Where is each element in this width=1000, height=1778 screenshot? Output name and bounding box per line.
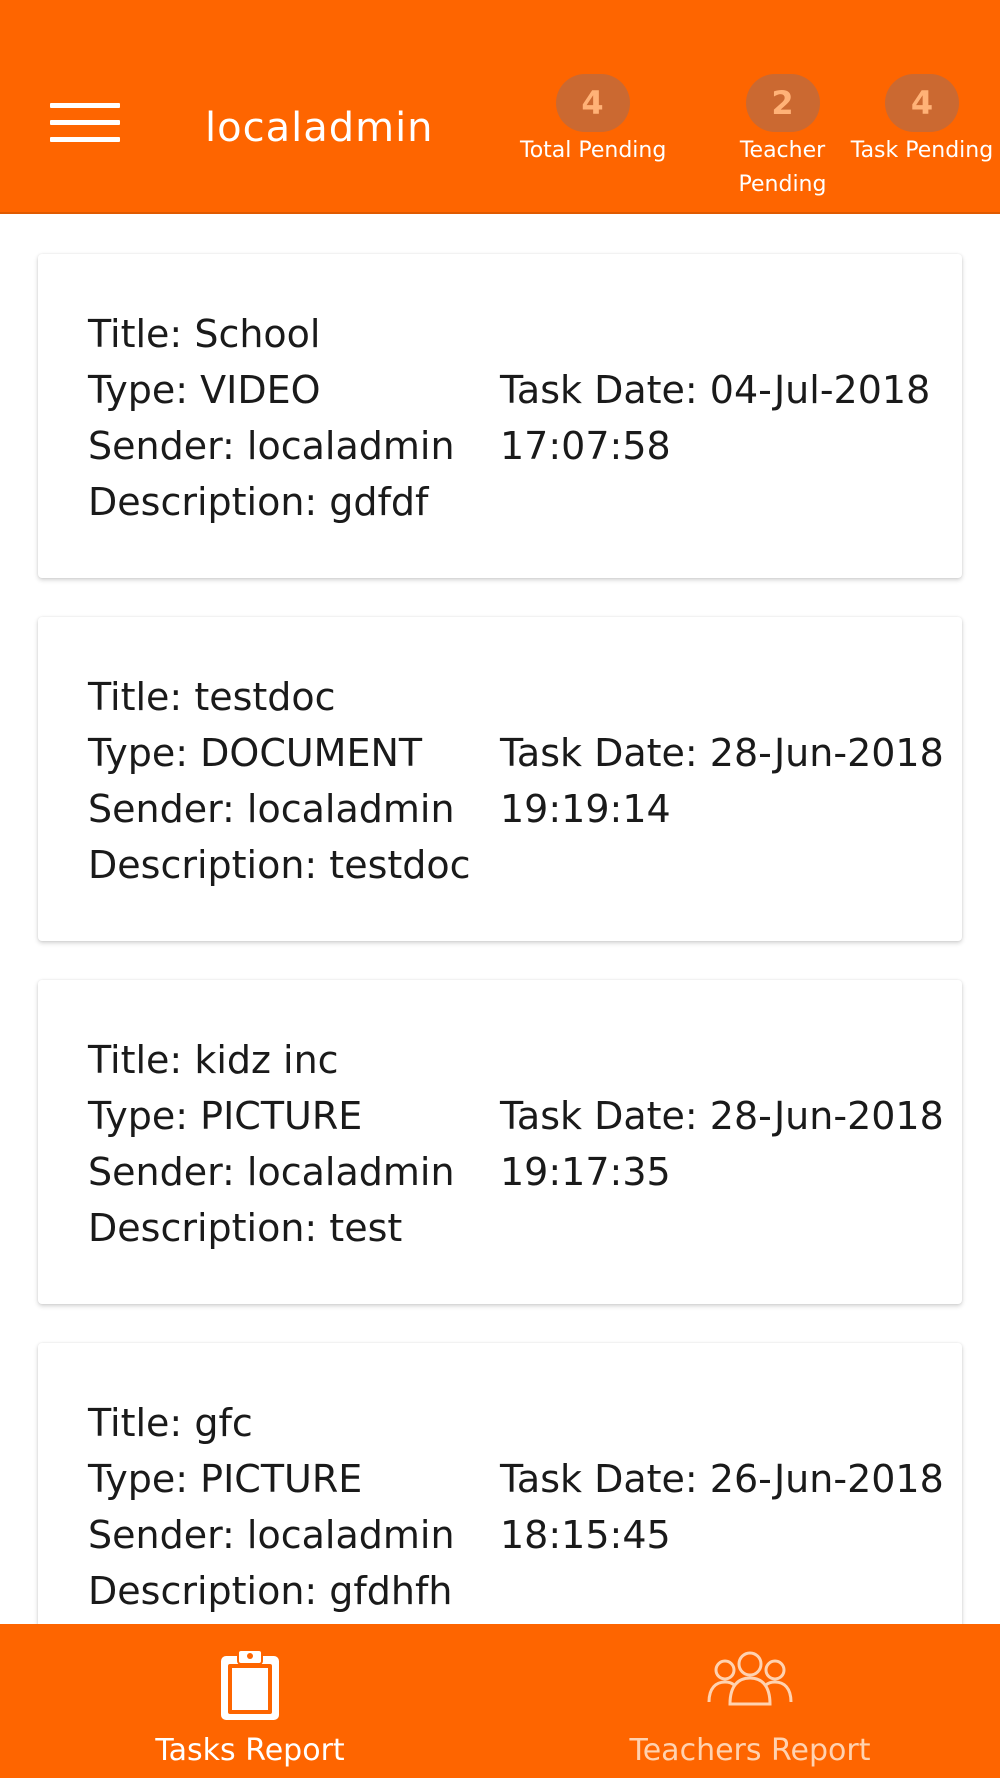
group-icon [705, 1648, 795, 1712]
clipboard-icon [218, 1648, 282, 1726]
task-type: Type: PICTURE [88, 1457, 363, 1501]
task-description: Description: gfdhfh [88, 1569, 453, 1613]
task-card[interactable]: Title: testdoc Type: DOCUMENT Sender: lo… [38, 617, 962, 941]
task-date: Task Date: 04-Jul-2018 [500, 368, 931, 412]
tasks-report-tab[interactable]: Tasks Report [0, 1624, 500, 1778]
task-description: Description: test [88, 1206, 403, 1250]
task-date: Task Date: 28-Jun-2018 [500, 731, 944, 775]
task-time: 17:07:58 [500, 424, 671, 468]
task-date: Task Date: 26-Jun-2018 [500, 1457, 944, 1501]
task-time: 19:19:14 [500, 787, 671, 831]
stat-total-pending[interactable]: 4 Total Pending [520, 74, 667, 168]
teachers-report-tab[interactable]: Teachers Report [500, 1624, 1000, 1778]
stat-teacher-pending[interactable]: 2 Teacher Pending [710, 74, 855, 202]
stat-task-pending[interactable]: 4 Task Pending [848, 74, 996, 168]
task-title: Title: kidz inc [88, 1038, 339, 1082]
bottom-navigation: Tasks Report Teachers Report [0, 1624, 1000, 1778]
app-screen: localadmin 4 Total Pending 2 Teacher Pen… [0, 0, 1000, 1778]
hamburger-menu-icon[interactable] [50, 100, 120, 146]
total-pending-count: 4 [555, 74, 630, 132]
task-card[interactable]: Title: School Type: VIDEO Sender: locala… [38, 254, 962, 578]
total-pending-label: Total Pending [520, 138, 667, 163]
task-sender: Sender: localadmin [88, 424, 455, 468]
top-app-bar: localadmin 4 Total Pending 2 Teacher Pen… [0, 0, 1000, 214]
task-sender: Sender: localadmin [88, 787, 455, 831]
teacher-pending-count: 2 [745, 74, 820, 132]
teachers-report-label: Teachers Report [629, 1733, 871, 1768]
teacher-pending-label: Teacher Pending [738, 138, 827, 197]
task-title: Title: gfc [88, 1401, 253, 1445]
task-title: Title: testdoc [88, 675, 336, 719]
task-card[interactable]: Title: gfc Type: PICTURE Sender: localad… [38, 1343, 962, 1624]
task-pending-label: Task Pending [850, 138, 994, 163]
task-type: Type: VIDEO [88, 368, 321, 412]
task-sender: Sender: localadmin [88, 1513, 455, 1557]
task-type: Type: PICTURE [88, 1094, 363, 1138]
tasks-report-label: Tasks Report [155, 1733, 345, 1768]
task-list[interactable]: Title: School Type: VIDEO Sender: locala… [0, 214, 1000, 1624]
task-description: Description: gdfdf [88, 480, 429, 524]
task-time: 19:17:35 [500, 1150, 671, 1194]
task-time: 18:15:45 [500, 1513, 671, 1557]
task-title: Title: School [88, 312, 321, 356]
task-date: Task Date: 28-Jun-2018 [500, 1094, 944, 1138]
task-sender: Sender: localadmin [88, 1150, 455, 1194]
task-pending-count: 4 [885, 74, 959, 132]
task-description: Description: testdoc [88, 843, 471, 887]
app-title: localadmin [205, 105, 434, 151]
task-card[interactable]: Title: kidz inc Type: PICTURE Sender: lo… [38, 980, 962, 1304]
task-type: Type: DOCUMENT [88, 731, 423, 775]
